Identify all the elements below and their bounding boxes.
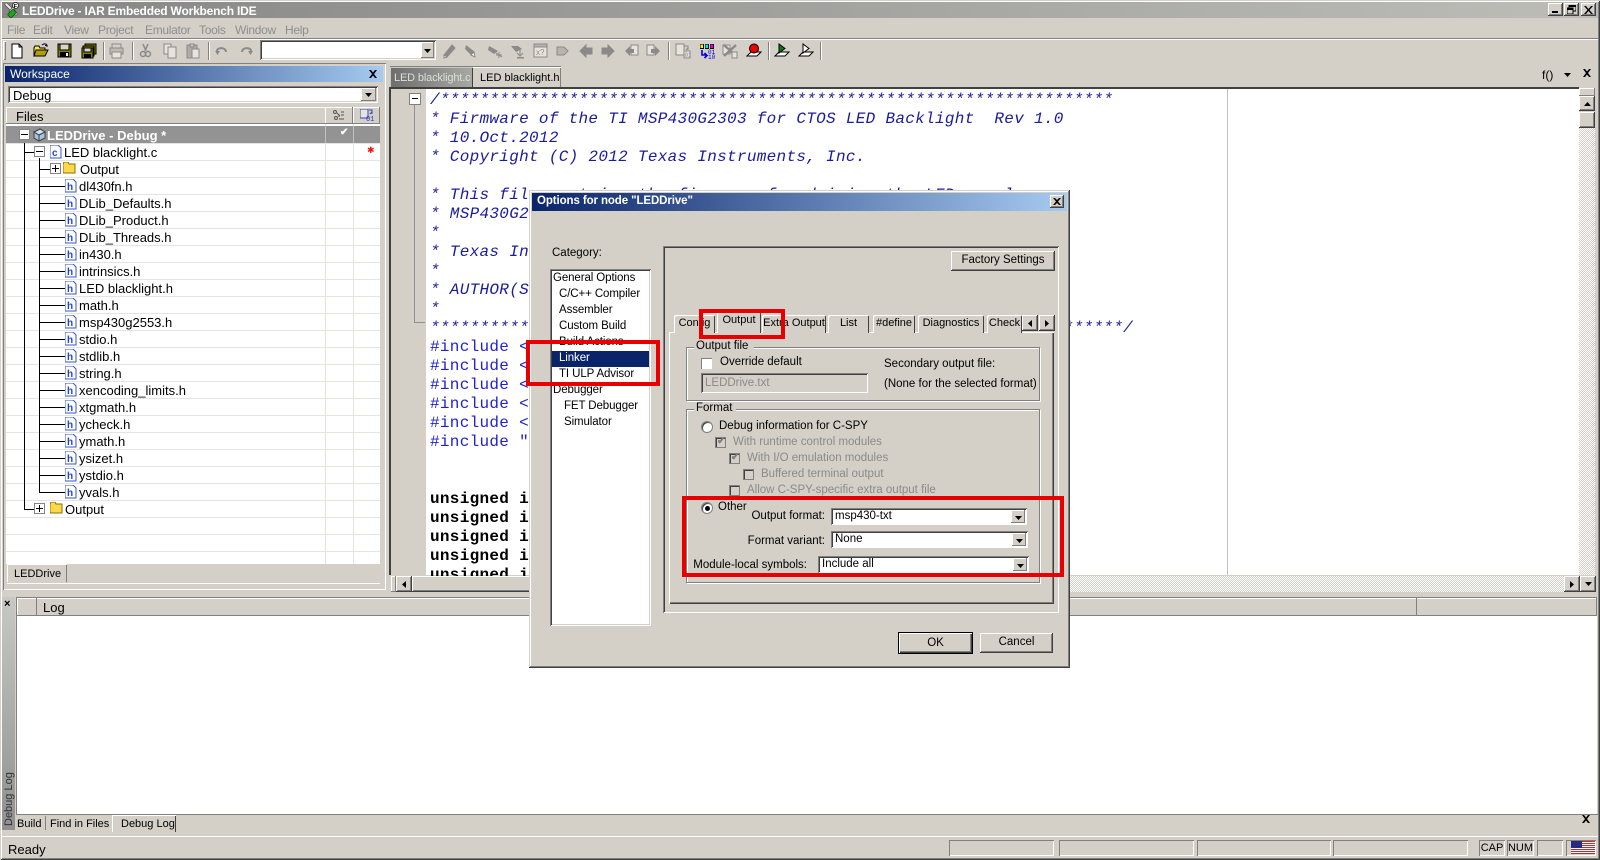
svg-text:c: c <box>52 148 58 159</box>
svg-text:x?: x? <box>536 48 545 57</box>
svg-text:h: h <box>67 471 73 482</box>
svg-text:h: h <box>67 182 73 193</box>
svg-text:h: h <box>67 403 73 414</box>
svg-text:h: h <box>67 216 73 227</box>
svg-text:h: h <box>67 199 73 210</box>
svg-text:10: 10 <box>708 54 715 59</box>
svg-text:h: h <box>67 335 73 346</box>
svg-text:h: h <box>67 386 73 397</box>
svg-text:h: h <box>67 318 73 329</box>
svg-text:h: h <box>67 301 73 312</box>
svg-text:h: h <box>67 488 73 499</box>
svg-text:h: h <box>67 420 73 431</box>
svg-text:h: h <box>67 369 73 380</box>
svg-text:h: h <box>67 454 73 465</box>
svg-text:h: h <box>67 233 73 244</box>
svg-text:h: h <box>67 437 73 448</box>
svg-text:h: h <box>67 352 73 363</box>
svg-text:01: 01 <box>366 116 374 122</box>
svg-text:01: 01 <box>685 52 692 59</box>
svg-text:h: h <box>67 284 73 295</box>
svg-text:h: h <box>67 250 73 261</box>
svg-text:h: h <box>67 267 73 278</box>
